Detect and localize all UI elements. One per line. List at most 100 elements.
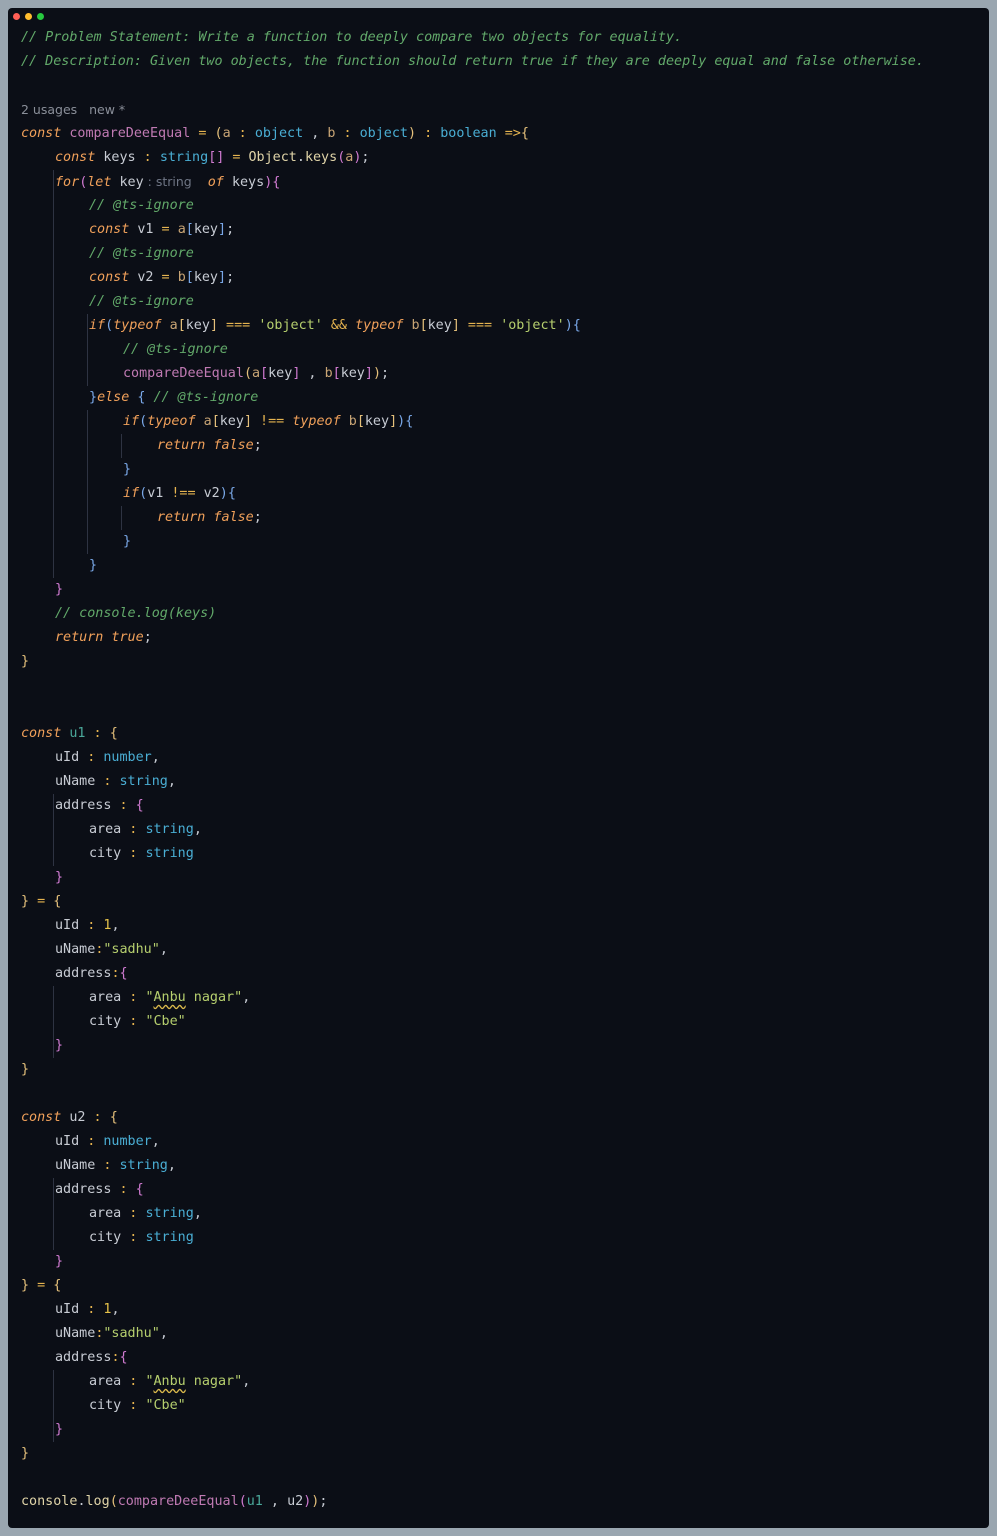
code-token: : [121, 846, 146, 861]
code-token: , [111, 1302, 120, 1317]
code-token: } [21, 654, 30, 669]
code-line: city : "Cbe" [89, 1394, 186, 1418]
code-line: const v1 = a[key]; [89, 218, 234, 242]
code-token: } [55, 582, 64, 597]
code-line: city : string [89, 842, 194, 866]
code-token: city [89, 846, 122, 861]
indent-guide [87, 410, 88, 554]
code-token: const [21, 126, 70, 141]
code-token: key [427, 318, 452, 333]
code-token: number [103, 750, 152, 765]
code-token: const [55, 150, 104, 165]
code-token: ; [143, 630, 152, 645]
code-token: return false [157, 438, 254, 453]
code-line: area : "Anbu nagar", [89, 1370, 250, 1394]
code-token: ) [397, 414, 406, 429]
code-token: key [185, 318, 210, 333]
code-token: ; [253, 438, 262, 453]
code-token: // @ts-ignore [89, 294, 194, 309]
code-token: ] [243, 414, 252, 429]
code-token: address [55, 966, 112, 981]
code-token: . [77, 1494, 86, 1509]
code-line: uId : 1, [55, 914, 120, 938]
code-line: address:{ [55, 962, 128, 986]
code-token: : [111, 798, 136, 813]
code-line: if(v1 !== v2){ [123, 482, 236, 506]
code-line: // Description: Given two objects, the f… [21, 50, 924, 74]
code-line: address : { [55, 794, 144, 818]
code-token: uId [55, 750, 80, 765]
maximize-control [37, 13, 44, 20]
code-token: of [199, 175, 232, 190]
code-line: return true; [55, 626, 152, 650]
code-token: } [123, 462, 132, 477]
code-line: } [55, 578, 63, 602]
code-token: = [224, 150, 249, 165]
code-token: : [121, 1374, 146, 1389]
code-token: [ [177, 318, 186, 333]
code-token: [ [332, 366, 341, 381]
indent-guide [53, 1178, 54, 1250]
indent-guide [87, 314, 88, 386]
code-token: key [219, 414, 244, 429]
code-line: return false; [157, 434, 262, 458]
code-token: : [121, 1398, 146, 1413]
code-token: ( [243, 366, 252, 381]
code-token: } [89, 558, 98, 573]
code-token: : [121, 1206, 146, 1221]
code-token: : [111, 966, 120, 981]
code-token: ; [226, 270, 235, 285]
code-token: uId [55, 918, 80, 933]
code-token: Anbu [153, 1374, 186, 1389]
code-line: compareDeeEqual(a[key] , b[key]); [123, 362, 389, 386]
code-line: } [55, 1034, 63, 1058]
code-line: const compareDeeEqual = (a : object , b … [21, 122, 529, 146]
code-token: { [119, 1350, 128, 1365]
code-token: u2 [69, 1110, 86, 1125]
code-token: , [159, 1326, 168, 1341]
code-line: 2 usages new * [21, 98, 125, 122]
code-token: : [335, 126, 360, 141]
code-token: [ [260, 366, 269, 381]
code-line: const u1 : { [21, 722, 118, 746]
code-token: uName [55, 942, 96, 957]
code-token: , [193, 1206, 202, 1221]
code-token: compareDeeEqual [123, 366, 244, 381]
indent-guide [53, 986, 54, 1058]
code-token: { [405, 414, 414, 429]
code-token: , [242, 990, 251, 1005]
code-token: ) [564, 318, 573, 333]
codelens-hint: 2 usages new * [21, 102, 126, 117]
code-token: } [21, 894, 30, 909]
code-line: } [21, 1058, 29, 1082]
code-token: [ [211, 414, 220, 429]
code-token: v1 [147, 486, 164, 501]
indent-guide [53, 1370, 54, 1442]
code-token: : [85, 1110, 110, 1125]
code-token: { [119, 966, 128, 981]
code-line: // console.log(keys) [55, 602, 216, 626]
code-token: { [109, 726, 118, 741]
code-line: }else { // @ts-ignore [89, 386, 258, 410]
code-line: area : string, [89, 1202, 202, 1226]
code-line: } = { [21, 890, 61, 914]
code-line: uName : string, [55, 1154, 176, 1178]
code-line: // @ts-ignore [89, 194, 194, 218]
code-token: { [272, 175, 281, 190]
code-screenshot-window: // Problem Statement: Write a function t… [8, 8, 989, 1528]
code-line: const v2 = b[key]; [89, 266, 234, 290]
code-line: uName:"sadhu", [55, 1322, 168, 1346]
code-token: u1 [69, 726, 86, 741]
code-token: keys [231, 175, 265, 190]
code-token: u1 [246, 1494, 263, 1509]
code-token: , [300, 366, 325, 381]
code-line: area : string, [89, 818, 202, 842]
code-token: = [153, 222, 178, 237]
code-token: b [177, 270, 186, 285]
code-token: area [89, 990, 122, 1005]
code-token: : [121, 990, 146, 1005]
code-line: } [55, 1418, 63, 1442]
type-hint: : string [143, 174, 200, 189]
code-token: ; [226, 222, 235, 237]
code-line: city : "Cbe" [89, 1010, 186, 1034]
